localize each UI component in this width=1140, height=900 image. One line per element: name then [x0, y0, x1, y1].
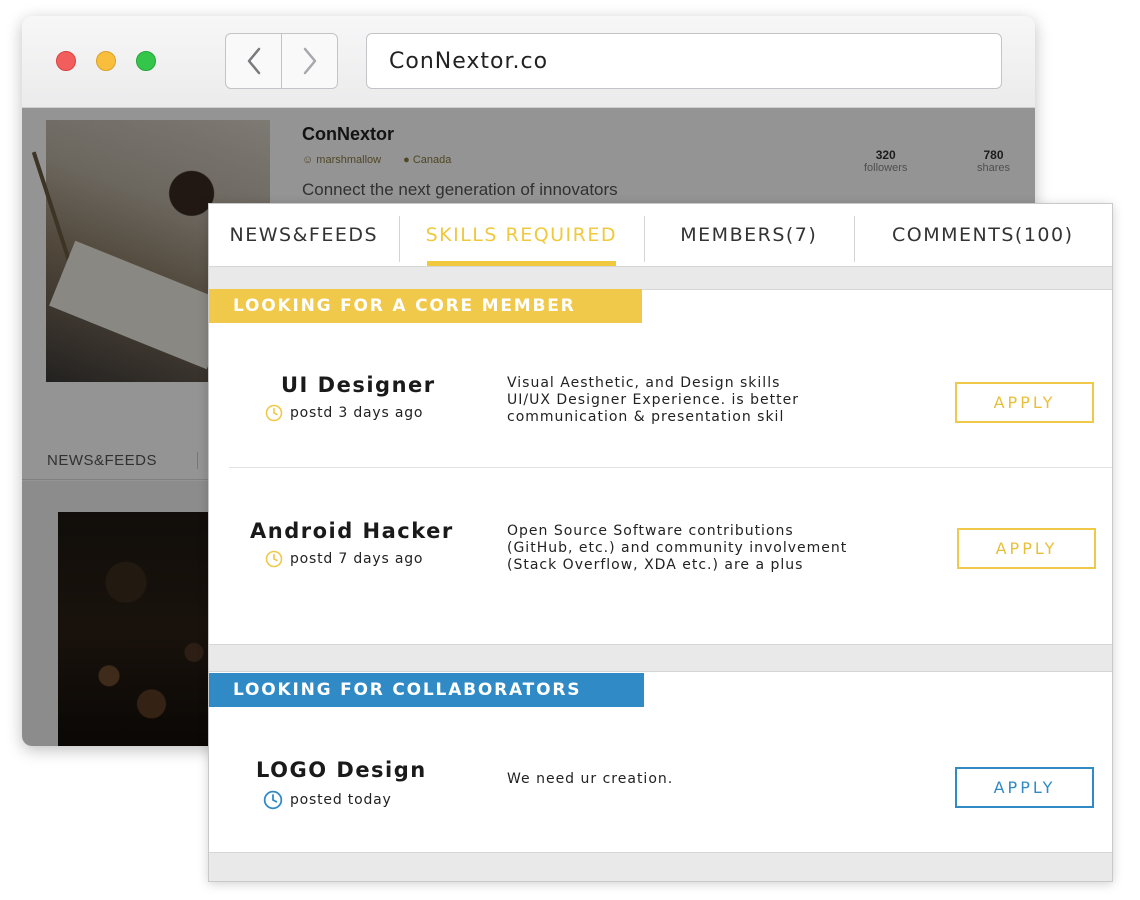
- job-description: Open Source Software contributions (GitH…: [507, 523, 848, 573]
- tab-label: COMMENTS(100): [892, 224, 1074, 246]
- address-bar[interactable]: ConNextor.co: [366, 33, 1002, 89]
- url-text: ConNextor.co: [389, 48, 549, 74]
- job-description: We need ur creation.: [507, 771, 674, 787]
- maximize-window-button[interactable]: [136, 51, 156, 71]
- section-separator: [209, 852, 1112, 881]
- job-title: Android Hacker: [250, 519, 454, 543]
- job-title: UI Designer: [281, 373, 436, 397]
- minimize-window-button[interactable]: [96, 51, 116, 71]
- clock-icon: [265, 550, 283, 568]
- forward-button[interactable]: [281, 34, 337, 88]
- job-posted: postd 3 days ago: [265, 404, 423, 422]
- job-divider: [229, 467, 1112, 468]
- chevron-right-icon: [303, 47, 316, 75]
- tab-bar: NEWS&FEEDS SKILLS REQUIRED MEMBERS(7) CO…: [209, 204, 1112, 266]
- apply-button[interactable]: APPLY: [957, 528, 1096, 569]
- skills-panel: NEWS&FEEDS SKILLS REQUIRED MEMBERS(7) CO…: [208, 203, 1113, 882]
- clock-icon: [265, 404, 283, 422]
- tab-label: MEMBERS(7): [680, 224, 818, 246]
- posted-text: postd 7 days ago: [290, 551, 424, 567]
- job-posted: posted today: [263, 790, 392, 810]
- section-separator: [209, 644, 1112, 672]
- tab-skills-required[interactable]: SKILLS REQUIRED: [398, 204, 644, 266]
- browser-titlebar: ConNextor.co: [22, 16, 1035, 108]
- close-window-button[interactable]: [56, 51, 76, 71]
- back-button[interactable]: [226, 34, 281, 88]
- job-title: LOGO Design: [256, 758, 427, 782]
- job-posted: postd 7 days ago: [265, 550, 423, 568]
- posted-text: posted today: [290, 792, 392, 808]
- tab-label: SKILLS REQUIRED: [425, 224, 617, 246]
- collaborators-heading: LOOKING FOR COLLABORATORS: [209, 673, 644, 707]
- navigation-buttons: [225, 33, 338, 89]
- job-description: Visual Aesthetic, and Design skills UI/U…: [507, 375, 799, 425]
- section-separator: [209, 266, 1112, 290]
- tab-label: NEWS&FEEDS: [229, 224, 379, 246]
- tab-members[interactable]: MEMBERS(7): [644, 204, 854, 266]
- apply-button[interactable]: APPLY: [955, 767, 1094, 808]
- tab-comments[interactable]: COMMENTS(100): [853, 204, 1112, 266]
- clock-icon: [263, 790, 283, 810]
- posted-text: postd 3 days ago: [290, 405, 424, 421]
- tab-news-feeds[interactable]: NEWS&FEEDS: [209, 204, 399, 266]
- core-member-heading: LOOKING FOR A CORE MEMBER: [209, 289, 642, 323]
- chevron-left-icon: [247, 47, 260, 75]
- apply-button[interactable]: APPLY: [955, 382, 1094, 423]
